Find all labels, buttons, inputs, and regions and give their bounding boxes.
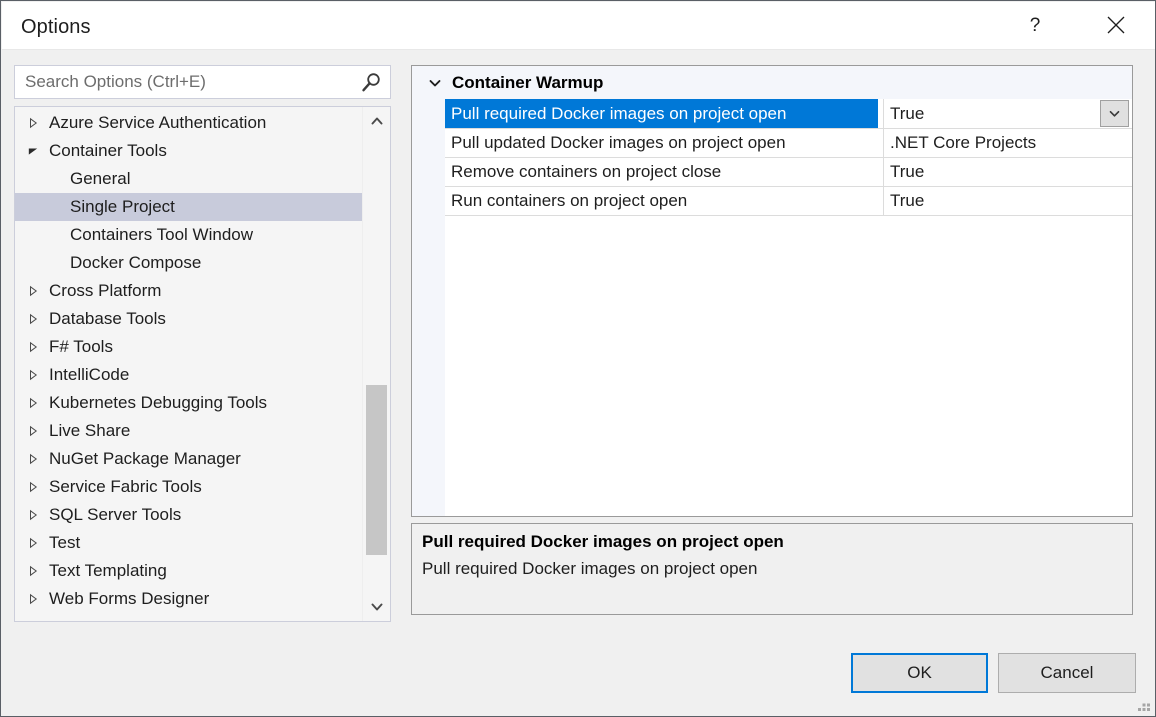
search-box[interactable] [14,65,391,99]
options-dialog: Options ? Azure Service AuthenticationCo… [0,0,1156,717]
value-dropdown-button[interactable] [1100,100,1129,127]
sidebar-item[interactable]: Azure Service Authentication [15,109,363,137]
sidebar-item-label: Test [49,529,80,557]
sidebar-item[interactable]: Live Share [15,417,363,445]
description-text: Pull required Docker images on project o… [422,559,757,579]
sidebar-item-label: F# Tools [49,333,113,361]
triangle-right-icon[interactable] [26,361,40,389]
property-value[interactable]: .NET Core Projects [883,128,1132,157]
search-icon [359,71,383,95]
ok-button[interactable]: OK [851,653,988,693]
sidebar-item[interactable]: Service Fabric Tools [15,473,363,501]
sidebar-item[interactable]: Test [15,529,363,557]
sidebar-item-label: Kubernetes Debugging Tools [49,389,267,417]
sidebar-item-label: Containers Tool Window [70,221,253,249]
sidebar-item[interactable]: SQL Server Tools [15,501,363,529]
property-name: Remove containers on project close [445,157,877,186]
sidebar-item-label: Database Tools [49,305,166,333]
triangle-right-icon[interactable] [26,501,40,529]
chevron-down-icon [1108,107,1121,120]
sidebar-item[interactable]: IntelliCode [15,361,363,389]
sidebar-item-label: Container Tools [49,137,167,165]
property-row[interactable]: Pull required Docker images on project o… [445,99,1132,129]
scroll-down-button[interactable] [363,593,390,621]
sidebar-item-label: Docker Compose [70,249,201,277]
scrollbar-thumb[interactable] [366,385,387,555]
sidebar-item[interactable]: F# Tools [15,333,363,361]
triangle-right-icon[interactable] [26,277,40,305]
property-name: Run containers on project open [445,186,877,215]
grid-category-label: Container Warmup [452,66,603,99]
resize-grip[interactable] [1137,698,1151,712]
close-icon [1105,14,1127,36]
sidebar-item-label: General [70,165,130,193]
property-row[interactable]: Run containers on project openTrue [445,186,1132,216]
svg-text:?: ? [1030,15,1041,36]
triangle-right-icon[interactable] [26,109,40,137]
sidebar-item[interactable]: Cross Platform [15,277,363,305]
sidebar-item-label: Cross Platform [49,277,161,305]
sidebar-item-label: Web Forms Designer [49,585,209,613]
sidebar-item-label: Azure Service Authentication [49,109,266,137]
question-mark-icon: ? [1024,14,1046,36]
grid-category-row[interactable]: Container Warmup [412,66,1132,99]
chevron-down-icon[interactable] [426,66,444,99]
sidebar-item[interactable]: Web Forms Designer [15,585,363,613]
sidebar-item[interactable]: Container Tools [15,137,363,165]
triangle-right-icon[interactable] [26,305,40,333]
triangle-right-icon[interactable] [26,445,40,473]
sidebar-item-label: Text Templating [49,557,167,585]
sidebar-item-label: NuGet Package Manager [49,445,241,473]
triangle-right-icon[interactable] [26,473,40,501]
triangle-down-icon[interactable] [26,137,40,165]
sidebar-item-label: Service Fabric Tools [49,473,202,501]
page-title: Options [21,16,91,39]
property-name: Pull updated Docker images on project op… [445,128,877,157]
triangle-right-icon[interactable] [26,529,40,557]
triangle-right-icon[interactable] [26,417,40,445]
property-value[interactable]: True [883,99,1132,128]
property-grid: Container Warmup Pull required Docker im… [411,65,1133,517]
sidebar-item[interactable]: Containers Tool Window [15,221,363,249]
property-row[interactable]: Pull updated Docker images on project op… [445,128,1132,158]
property-name: Pull required Docker images on project o… [445,99,878,128]
property-row[interactable]: Remove containers on project closeTrue [445,157,1132,187]
search-input[interactable] [25,66,355,98]
title-bar: Options ? [2,2,1156,50]
sidebar-item[interactable]: General [15,165,363,193]
description-title: Pull required Docker images on project o… [422,532,784,552]
sidebar-item-label: SQL Server Tools [49,501,181,529]
tree-scrollbar[interactable] [362,107,390,621]
triangle-right-icon[interactable] [26,333,40,361]
sidebar-item-label: Live Share [49,417,130,445]
property-value[interactable]: True [883,186,1132,215]
sidebar-item[interactable]: Docker Compose [15,249,363,277]
options-tree: Azure Service AuthenticationContainer To… [14,106,391,622]
help-button[interactable]: ? [1012,2,1058,48]
sidebar-item[interactable]: Single Project [15,193,363,221]
sidebar-item[interactable]: NuGet Package Manager [15,445,363,473]
triangle-right-icon[interactable] [26,557,40,585]
sidebar-item[interactable]: Database Tools [15,305,363,333]
chevron-down-icon [369,599,385,615]
sidebar-item-label: IntelliCode [49,361,129,389]
cancel-button[interactable]: Cancel [998,653,1136,693]
triangle-right-icon[interactable] [26,389,40,417]
scroll-up-button[interactable] [363,107,390,135]
sidebar-item[interactable]: Kubernetes Debugging Tools [15,389,363,417]
chevron-up-icon [369,113,385,129]
property-value[interactable]: True [883,157,1132,186]
sidebar-item[interactable]: Text Templating [15,557,363,585]
close-button[interactable] [1093,2,1139,48]
triangle-right-icon[interactable] [26,585,40,613]
sidebar-item-label: Single Project [70,193,175,221]
tree-list: Azure Service AuthenticationContainer To… [15,109,363,613]
description-panel: Pull required Docker images on project o… [411,523,1133,615]
grid-gutter [412,66,445,516]
